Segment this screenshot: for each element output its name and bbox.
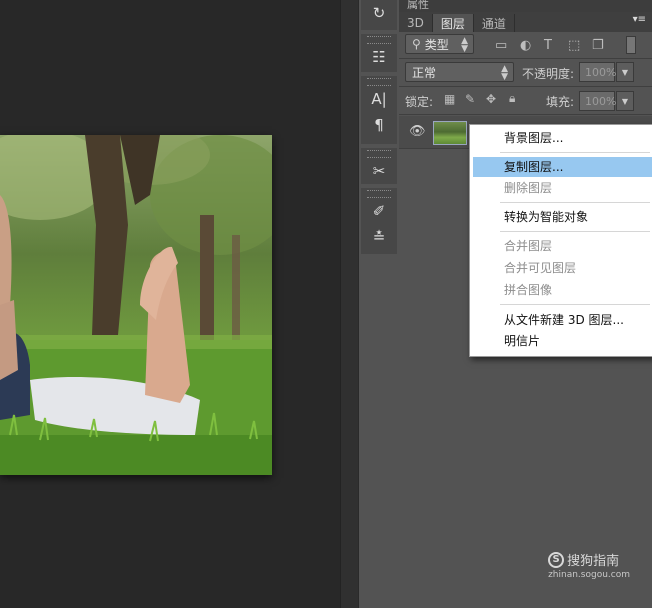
properties-tab-label[interactable]: 属性 bbox=[407, 0, 429, 12]
tool-group-4: ✂ bbox=[361, 148, 397, 184]
opacity-slider-button[interactable]: ▼ bbox=[616, 62, 634, 82]
blend-mode-dropdown[interactable]: 正常 ▲ ▼ bbox=[405, 62, 514, 82]
character-icon[interactable]: A| bbox=[361, 86, 397, 112]
menu-item-delete-layer[interactable]: 删除图层 bbox=[470, 178, 652, 198]
fill-field[interactable]: 100% bbox=[579, 91, 616, 111]
divider bbox=[399, 58, 652, 59]
pixel-filter-icon[interactable]: ▭ bbox=[495, 38, 507, 53]
lock-image-icon[interactable]: ✎ bbox=[465, 92, 475, 106]
fill-label: 填充: bbox=[546, 95, 575, 109]
sogou-logo-icon: S bbox=[548, 551, 565, 568]
tool-group-1: ↻ bbox=[361, 0, 397, 30]
menu-item-merge-visible[interactable]: 合并可见图层 bbox=[470, 258, 652, 278]
menu-separator bbox=[500, 304, 650, 305]
opacity-field[interactable]: 100% bbox=[579, 62, 616, 82]
adjustment-filter-icon[interactable]: ◐ bbox=[520, 38, 531, 53]
grip-handle[interactable] bbox=[367, 190, 391, 198]
layer-context-menu: 背景图层... 复制图层... 删除图层 转换为智能对象 合并图层 合并可见图层… bbox=[469, 124, 652, 357]
tool-group-3: A| ¶ bbox=[361, 76, 397, 144]
document-canvas[interactable] bbox=[0, 0, 340, 608]
tab-3d[interactable]: 3D bbox=[399, 14, 433, 32]
tab-channels[interactable]: 通道 bbox=[474, 14, 515, 32]
properties-icon[interactable]: ☷ bbox=[361, 44, 397, 70]
divider bbox=[399, 86, 652, 87]
dropdown-arrows-icon: ▲ ▼ bbox=[501, 64, 508, 82]
shape-filter-icon[interactable]: ⬚ bbox=[568, 38, 580, 53]
grip-handle[interactable] bbox=[367, 36, 391, 44]
menu-item-duplicate-layer[interactable]: 复制图层... bbox=[473, 157, 652, 177]
watermark-brand: S 搜狗指南 bbox=[548, 550, 630, 569]
type-filter-icon[interactable]: T bbox=[544, 38, 552, 53]
visibility-eye-icon[interactable]: 👁︎ bbox=[409, 124, 426, 139]
tab-layers[interactable]: 图层 bbox=[432, 14, 474, 32]
menu-separator bbox=[500, 231, 650, 232]
layer-thumbnail[interactable] bbox=[433, 121, 467, 145]
menu-separator bbox=[500, 152, 650, 153]
filter-toggle-switch[interactable] bbox=[626, 36, 636, 54]
history-icon[interactable]: ↻ bbox=[361, 0, 397, 26]
tool-group-5: ✐ ≛ bbox=[361, 188, 397, 254]
menu-item-new-3d-layer-from-file[interactable]: 从文件新建 3D 图层... bbox=[470, 310, 652, 330]
search-icon: ⚲ bbox=[412, 37, 421, 51]
lock-transparent-icon[interactable]: ▦ bbox=[444, 92, 455, 106]
layer-filter-dropdown[interactable]: ⚲ 类型 ▲ ▼ bbox=[405, 34, 474, 54]
lock-position-icon[interactable]: ✥ bbox=[486, 92, 496, 106]
tool-presets-icon[interactable]: ✂ bbox=[361, 158, 397, 184]
canvas-photo[interactable] bbox=[0, 135, 272, 475]
menu-item-merge-layers[interactable]: 合并图层 bbox=[470, 236, 652, 256]
menu-item-postcard[interactable]: 明信片 bbox=[470, 331, 652, 351]
divider bbox=[399, 114, 652, 115]
lock-label: 锁定: bbox=[405, 95, 434, 109]
fill-slider-button[interactable]: ▼ bbox=[616, 91, 634, 111]
vertical-scroll-strip[interactable] bbox=[340, 0, 359, 608]
menu-separator bbox=[500, 202, 650, 203]
dropdown-arrows-icon: ▲ ▼ bbox=[461, 36, 468, 54]
brush-presets-icon[interactable]: ✐ bbox=[361, 198, 397, 224]
panel-icon-strip: ↻ ☷ A| ¶ ✂ ✐ ≛ bbox=[358, 0, 400, 608]
watermark-url: zhinan.sogou.com bbox=[548, 570, 630, 580]
paragraph-icon[interactable]: ¶ bbox=[361, 112, 397, 138]
watermark-brand-text: 搜狗指南 bbox=[567, 554, 620, 569]
tool-group-2: ☷ bbox=[361, 34, 397, 72]
sogou-watermark: S 搜狗指南 zhinan.sogou.com bbox=[548, 550, 630, 580]
brush-settings-icon[interactable]: ≛ bbox=[361, 224, 397, 250]
grip-handle[interactable] bbox=[367, 150, 391, 158]
menu-item-convert-smart-object[interactable]: 转换为智能对象 bbox=[470, 207, 652, 227]
grip-handle[interactable] bbox=[367, 78, 391, 86]
photo-image bbox=[0, 135, 272, 475]
panel-menu-icon[interactable]: ▾≡ bbox=[633, 14, 646, 25]
blend-mode-value: 正常 bbox=[412, 65, 437, 80]
panel-tabs: 3D 图层 通道 ▾≡ bbox=[399, 12, 652, 32]
opacity-label: 不透明度: bbox=[522, 67, 575, 81]
lock-all-icon[interactable]: 🔒︎ bbox=[509, 91, 515, 106]
panel-top-bar: 属性 bbox=[399, 0, 652, 12]
smart-object-filter-icon[interactable]: ❐ bbox=[592, 38, 604, 53]
menu-item-background-layer[interactable]: 背景图层... bbox=[470, 128, 652, 148]
menu-item-flatten-image[interactable]: 拼合图像 bbox=[470, 280, 652, 300]
layer-filter-label: 类型 bbox=[424, 37, 449, 52]
